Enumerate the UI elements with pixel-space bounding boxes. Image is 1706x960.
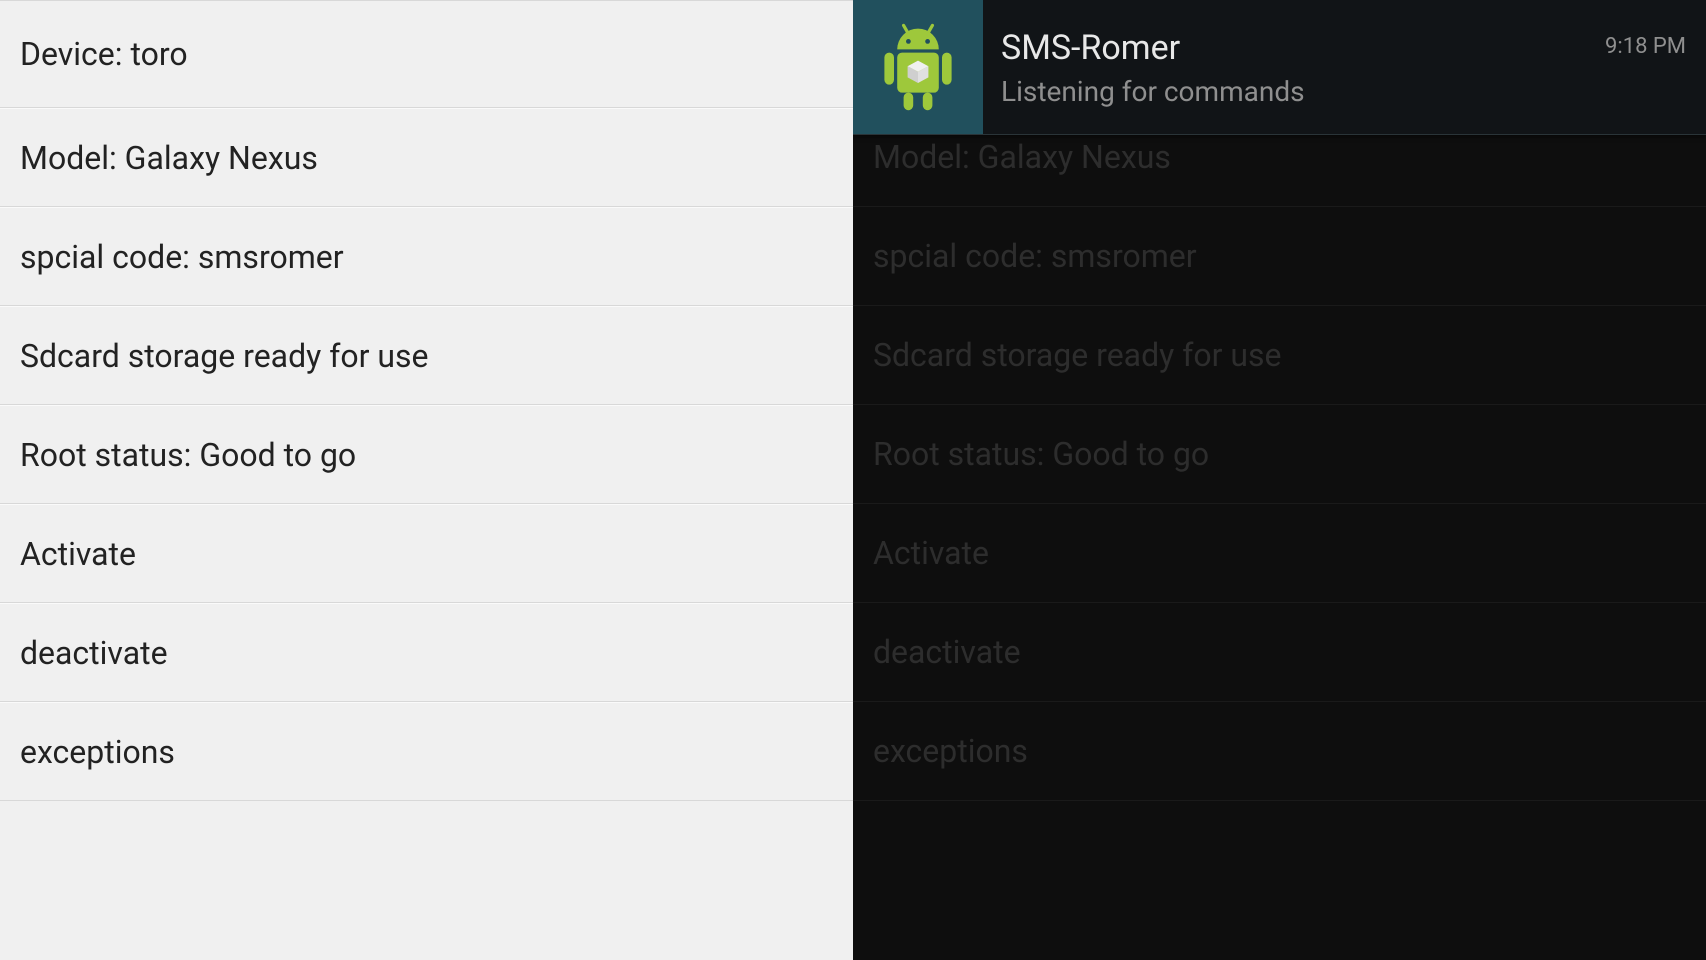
list-item-label: Sdcard storage ready for use: [20, 337, 428, 375]
notification-app-icon-wrap: [853, 0, 983, 134]
list-item[interactable]: exceptions: [0, 702, 853, 801]
list-item[interactable]: Device: toro: [0, 0, 853, 108]
list-item-label: Model: Galaxy Nexus: [873, 138, 1171, 176]
list-item: deactivate: [853, 603, 1706, 702]
notification-title: SMS-Romer: [1001, 28, 1706, 69]
list-item-label: exceptions: [20, 733, 175, 771]
notification-body: SMS-Romer Listening for commands 9:18 PM: [983, 0, 1706, 134]
list-item[interactable]: Root status: Good to go: [0, 405, 853, 504]
list-item[interactable]: Model: Galaxy Nexus: [0, 108, 853, 207]
list-item-label: Activate: [20, 535, 136, 573]
right-screenshot-pane: Device: toro Model: Galaxy Nexus spcial …: [853, 0, 1706, 960]
list-item[interactable]: spcial code: smsromer: [0, 207, 853, 306]
list-item-label: deactivate: [20, 634, 168, 672]
list-item[interactable]: deactivate: [0, 603, 853, 702]
list-item-label: Device: toro: [20, 35, 188, 73]
list-item: Sdcard storage ready for use: [853, 306, 1706, 405]
notification[interactable]: SMS-Romer Listening for commands 9:18 PM: [853, 0, 1706, 135]
list-item-label: deactivate: [873, 633, 1021, 671]
list-item-label: Root status: Good to go: [20, 436, 356, 474]
list-item: spcial code: smsromer: [853, 207, 1706, 306]
list-item-label: Root status: Good to go: [873, 435, 1209, 473]
list-item-label: Model: Galaxy Nexus: [20, 139, 318, 177]
list-item-label: Sdcard storage ready for use: [873, 336, 1281, 374]
list-item-label: exceptions: [873, 732, 1028, 770]
notification-subtitle: Listening for commands: [1001, 75, 1706, 109]
notification-time: 9:18 PM: [1605, 34, 1686, 59]
list-item: Root status: Good to go: [853, 405, 1706, 504]
android-cube-icon: [877, 19, 959, 115]
list-item-label: spcial code: smsromer: [873, 237, 1197, 275]
list-item[interactable]: Sdcard storage ready for use: [0, 306, 853, 405]
list-item: exceptions: [853, 702, 1706, 801]
list-item: Activate: [853, 504, 1706, 603]
list-item[interactable]: Activate: [0, 504, 853, 603]
list-item-label: Activate: [873, 534, 989, 572]
left-screenshot-pane: Device: toro Model: Galaxy Nexus spcial …: [0, 0, 853, 960]
list-item-label: spcial code: smsromer: [20, 238, 344, 276]
settings-list-light: Device: toro Model: Galaxy Nexus spcial …: [0, 0, 853, 801]
